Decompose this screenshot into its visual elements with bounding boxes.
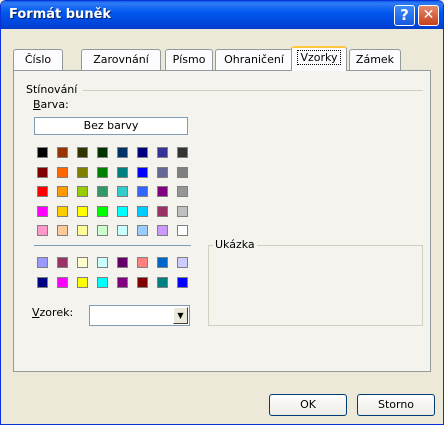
- color-swatch-r5-c3[interactable]: [77, 225, 88, 236]
- pattern-dropdown[interactable]: ▼: [89, 305, 190, 326]
- color-swatch-r5-c5[interactable]: [117, 225, 128, 236]
- color-swatch-r2-c5[interactable]: [117, 167, 128, 178]
- dialog-title: Formát buněk: [9, 7, 112, 22]
- ok-button[interactable]: OK: [269, 394, 347, 416]
- extra-color-swatch-r2-c5[interactable]: [117, 277, 128, 288]
- color-swatch-r2-c1[interactable]: [37, 167, 48, 178]
- color-label-accesskey: B: [33, 98, 41, 111]
- color-swatch-r1-c4[interactable]: [97, 147, 108, 158]
- color-swatch-r4-c7[interactable]: [157, 206, 168, 217]
- color-swatch-r1-c1[interactable]: [37, 147, 48, 158]
- color-swatch-r2-c4[interactable]: [97, 167, 108, 178]
- pattern-label: Vzorek:: [32, 306, 73, 319]
- shading-group-label: Stínování: [26, 83, 78, 96]
- pattern-label-text: zorek:: [39, 306, 74, 319]
- color-swatch-r2-c8[interactable]: [177, 167, 188, 178]
- tab-label: Zámek: [355, 53, 395, 66]
- tab-cislo[interactable]: Číslo: [13, 49, 63, 70]
- extra-color-swatch-r2-c4[interactable]: [97, 277, 108, 288]
- tab-zamek[interactable]: Zámek: [349, 49, 401, 70]
- color-swatch-r2-c2[interactable]: [57, 167, 68, 178]
- preview-box: [208, 245, 423, 326]
- tab-label: Číslo: [24, 53, 52, 66]
- color-swatch-r1-c3[interactable]: [77, 147, 88, 158]
- help-button[interactable]: ?: [394, 5, 415, 26]
- color-swatch-r4-c4[interactable]: [97, 206, 108, 217]
- color-label: Barva:: [33, 98, 69, 111]
- tab-zarovnani[interactable]: Zarovnání: [81, 49, 161, 70]
- color-swatch-r3-c4[interactable]: [97, 186, 108, 197]
- color-swatch-r1-c8[interactable]: [177, 147, 188, 158]
- extra-color-swatch-r2-c3[interactable]: [77, 277, 88, 288]
- no-color-button[interactable]: Bez barvy: [34, 117, 188, 135]
- tab-label: Ohraničení: [224, 53, 284, 66]
- extra-color-swatch-r2-c6[interactable]: [137, 277, 148, 288]
- extra-color-swatch-r2-c7[interactable]: [157, 277, 168, 288]
- preview-label: Ukázka: [213, 238, 257, 251]
- color-swatch-r4-c2[interactable]: [57, 206, 68, 217]
- color-swatch-r4-c1[interactable]: [37, 206, 48, 217]
- tab-label: Zarovnání: [93, 53, 149, 66]
- color-swatch-r1-c6[interactable]: [137, 147, 148, 158]
- extra-color-swatch-r2-c8[interactable]: [177, 277, 188, 288]
- extra-color-swatch-r1-c6[interactable]: [137, 257, 148, 268]
- color-swatch-r3-c3[interactable]: [77, 186, 88, 197]
- color-swatch-r4-c6[interactable]: [137, 206, 148, 217]
- chevron-down-icon[interactable]: ▼: [173, 307, 188, 324]
- tab-label: Vzorky: [297, 50, 341, 65]
- patterns-panel: [13, 70, 431, 372]
- tab-strip: Číslo Zarovnání Písmo Ohraničení Vzorky …: [13, 46, 433, 71]
- color-swatch-r2-c6[interactable]: [137, 167, 148, 178]
- format-cells-dialog: Formát buněk ? ✕ Číslo Zarovnání Písmo O…: [0, 0, 444, 425]
- color-swatch-r5-c2[interactable]: [57, 225, 68, 236]
- extra-color-swatch-r2-c1[interactable]: [37, 277, 48, 288]
- cancel-button[interactable]: Storno: [357, 394, 435, 416]
- color-swatch-r4-c5[interactable]: [117, 206, 128, 217]
- color-swatch-r3-c7[interactable]: [157, 186, 168, 197]
- color-swatch-r3-c1[interactable]: [37, 186, 48, 197]
- palette-separator: [34, 245, 191, 246]
- tab-ohraniceni[interactable]: Ohraničení: [215, 49, 293, 70]
- extra-color-swatch-r2-c2[interactable]: [57, 277, 68, 288]
- color-swatch-r4-c8[interactable]: [177, 206, 188, 217]
- extra-color-swatch-r1-c8[interactable]: [177, 257, 188, 268]
- extra-color-swatch-r1-c1[interactable]: [37, 257, 48, 268]
- close-button[interactable]: ✕: [418, 5, 439, 26]
- extra-color-swatch-r1-c5[interactable]: [117, 257, 128, 268]
- color-swatch-r1-c5[interactable]: [117, 147, 128, 158]
- color-swatch-r5-c7[interactable]: [157, 225, 168, 236]
- title-bar[interactable]: Formát buněk ? ✕: [1, 1, 443, 29]
- tab-pismo[interactable]: Písmo: [165, 49, 213, 70]
- color-swatch-r2-c7[interactable]: [157, 167, 168, 178]
- color-swatch-r3-c2[interactable]: [57, 186, 68, 197]
- color-swatch-r1-c2[interactable]: [57, 147, 68, 158]
- color-label-text: arva:: [40, 98, 69, 111]
- shading-group-divider: [83, 90, 423, 91]
- color-swatch-r3-c6[interactable]: [137, 186, 148, 197]
- color-swatch-r1-c7[interactable]: [157, 147, 168, 158]
- tab-label: Písmo: [172, 53, 206, 66]
- extra-color-swatch-r1-c3[interactable]: [77, 257, 88, 268]
- color-swatch-r5-c4[interactable]: [97, 225, 108, 236]
- color-swatch-r2-c3[interactable]: [77, 167, 88, 178]
- color-swatch-r3-c8[interactable]: [177, 186, 188, 197]
- color-swatch-r5-c6[interactable]: [137, 225, 148, 236]
- extra-color-swatch-r1-c7[interactable]: [157, 257, 168, 268]
- color-swatch-r3-c5[interactable]: [117, 186, 128, 197]
- color-swatch-r4-c3[interactable]: [77, 206, 88, 217]
- pattern-label-accesskey: V: [32, 306, 40, 319]
- extra-color-swatch-r1-c2[interactable]: [57, 257, 68, 268]
- tab-vzorky[interactable]: Vzorky: [291, 46, 347, 71]
- extra-color-swatch-r1-c4[interactable]: [97, 257, 108, 268]
- color-swatch-r5-c1[interactable]: [37, 225, 48, 236]
- color-swatch-r5-c8[interactable]: [177, 225, 188, 236]
